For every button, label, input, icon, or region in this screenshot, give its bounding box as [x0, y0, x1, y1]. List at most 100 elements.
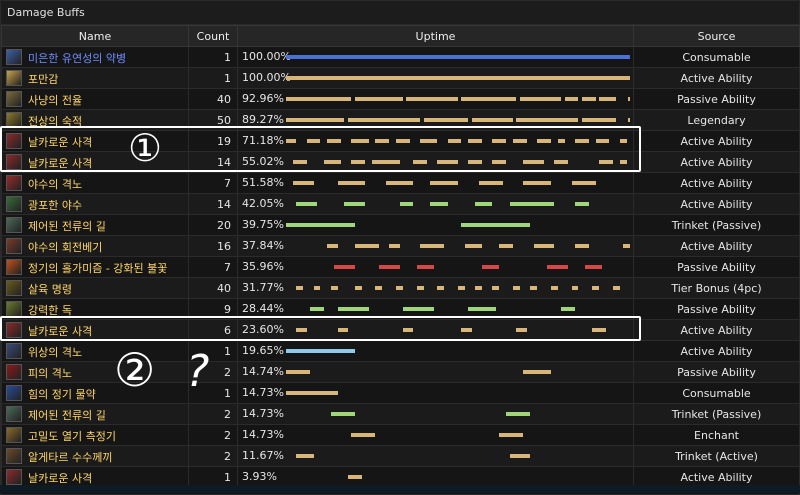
buff-name[interactable]: 제어된 전류의 길: [28, 407, 106, 423]
uptime-segment: [506, 412, 531, 416]
uptime-timeline: [286, 286, 630, 290]
buff-name[interactable]: 알게타르 수수께끼: [28, 449, 112, 465]
uptime-segment: [423, 118, 469, 122]
annotation-mark-3: ?: [186, 346, 210, 397]
buffs-table: Name Count Uptime Source 미은한 유연성의 약병 1 100…: [1, 25, 800, 488]
uptime-segment: [344, 202, 366, 206]
buff-name[interactable]: 정기의 홀가미즘 - 강화된 불꽃: [28, 260, 167, 276]
uptime-segment: [402, 307, 434, 311]
uptime-segment: [347, 118, 421, 122]
table-body: 미은한 유연성의 약병 1 100.00% Consumable 포만감 1 100.00%…: [1, 46, 800, 488]
buff-count: 7: [188, 172, 238, 194]
buff-name[interactable]: 광포한 야수: [28, 197, 82, 213]
uptime-segment: [533, 244, 555, 248]
table-row[interactable]: 미은한 유연성의 약병 1 100.00% Consumable: [1, 46, 800, 68]
uptime-timeline: [286, 454, 630, 458]
uptime-timeline: [286, 391, 630, 395]
uptime-percent: 14.73%: [242, 428, 284, 441]
table-row[interactable]: 광포한 야수 14 42.05% Active Ability: [1, 193, 800, 215]
table-row[interactable]: 살육 명령 40 31.77% Tier Bonus (4pc): [1, 277, 800, 299]
strength-potion-icon: [6, 385, 22, 401]
buff-name[interactable]: 피의 격노: [28, 365, 72, 381]
highlight-box-2: [0, 316, 641, 341]
buff-name[interactable]: 야수의 회전베기: [28, 239, 102, 255]
uptime-segment: [396, 286, 403, 290]
table-row[interactable]: 정기의 홀가미즘 - 강화된 불꽃 7 35.96% Passive Ability: [1, 256, 800, 278]
buff-name-cell: 야수의 격노: [1, 172, 189, 194]
enchant-icon: [6, 427, 22, 443]
buff-name-cell: 제어된 전류의 길: [1, 214, 189, 236]
header-count[interactable]: Count: [188, 25, 238, 47]
uptime-timeline: [286, 55, 630, 59]
uptime-segment: [612, 286, 620, 290]
uptime-timeline: [286, 97, 631, 101]
uptime-segment: [354, 286, 362, 290]
uptime-segment: [292, 181, 314, 185]
table-header-row: Name Count Uptime Source: [1, 25, 800, 47]
table-row[interactable]: 사냥의 전율 40 92.96% Passive Ability: [1, 88, 800, 110]
buff-count: 2: [188, 403, 238, 425]
header-name[interactable]: Name: [1, 25, 189, 47]
buff-name[interactable]: 제어된 전류의 길: [28, 218, 106, 234]
buff-source: Active Ability: [633, 151, 800, 173]
buff-uptime-cell: 100.00%: [237, 67, 634, 89]
buff-name[interactable]: 포만감: [28, 71, 58, 87]
table-row[interactable]: 야수의 회전베기 16 37.84% Active Ability: [1, 235, 800, 257]
buff-source: Enchant: [633, 424, 800, 446]
uptime-segment: [574, 244, 589, 248]
uptime-percent: 11.67%: [242, 449, 284, 462]
potion-flask-icon: [6, 49, 22, 65]
uptime-timeline: [286, 412, 630, 416]
buff-name-cell: 피의 격노: [1, 361, 189, 383]
uptime-timeline: [286, 307, 630, 311]
uptime-timeline: [286, 244, 630, 248]
current-path-icon: [6, 217, 22, 233]
buff-source: Active Ability: [633, 319, 800, 341]
uptime-segment: [592, 286, 600, 290]
uptime-timeline: [286, 265, 630, 269]
table-row[interactable]: 제어된 전류의 길 2 14.73% Trinket (Passive): [1, 403, 800, 425]
uptime-segment: [516, 118, 579, 122]
uptime-segment: [478, 181, 503, 185]
uptime-percent: 92.96%: [242, 92, 284, 105]
buff-name-cell: 정기의 홀가미즘 - 강화된 불꽃: [1, 256, 189, 278]
buff-name[interactable]: 고밀도 열기 측정기: [28, 428, 116, 444]
uptime-percent: 14.73%: [242, 386, 284, 399]
header-source[interactable]: Source: [633, 25, 800, 47]
uptime-segment: [530, 286, 538, 290]
buff-name[interactable]: 위상의 격노: [28, 344, 82, 360]
uptime-percent: 31.77%: [242, 281, 284, 294]
buff-name[interactable]: 미은한 유연성의 약병: [28, 50, 126, 66]
uptime-segment: [347, 475, 362, 479]
aspect-fury-icon: [6, 343, 22, 359]
buff-name[interactable]: 야수의 격노: [28, 176, 82, 192]
uptime-segment: [581, 97, 596, 101]
uptime-segment: [509, 202, 555, 206]
header-uptime[interactable]: Uptime: [237, 25, 634, 47]
buff-name[interactable]: 날카로운 사격: [28, 470, 92, 486]
uptime-segment: [430, 202, 448, 206]
buff-name[interactable]: 힘의 정기 물약: [28, 386, 96, 402]
table-row[interactable]: 알게타르 수수께끼 2 11.67% Trinket (Active): [1, 445, 800, 467]
uptime-segment: [286, 370, 311, 374]
buff-source: Passive Ability: [633, 256, 800, 278]
uptime-segment: [399, 202, 414, 206]
buff-name-cell: 힘의 정기 물약: [1, 382, 189, 404]
uptime-segment: [437, 286, 445, 290]
buff-count: 2: [188, 424, 238, 446]
uptime-percent: 14.73%: [242, 407, 284, 420]
uptime-segment: [330, 412, 355, 416]
uptime-segment: [378, 265, 400, 269]
table-row[interactable]: 포만감 1 100.00% Active Ability: [1, 67, 800, 89]
uptime-segment: [458, 286, 465, 290]
buff-name[interactable]: 살육 명령: [28, 281, 72, 297]
buff-name[interactable]: 사냥의 전율: [28, 92, 82, 108]
table-row[interactable]: 제어된 전류의 길 20 39.75% Trinket (Passive): [1, 214, 800, 236]
uptime-percent: 3.93%: [242, 470, 277, 483]
uptime-timeline: [286, 370, 630, 374]
uptime-segment: [628, 97, 631, 101]
uptime-segment: [286, 118, 345, 122]
buff-source: Trinket (Passive): [633, 214, 800, 236]
table-row[interactable]: 야수의 격노 7 51.58% Active Ability: [1, 172, 800, 194]
table-row[interactable]: 고밀도 열기 측정기 2 14.73% Enchant: [1, 424, 800, 446]
